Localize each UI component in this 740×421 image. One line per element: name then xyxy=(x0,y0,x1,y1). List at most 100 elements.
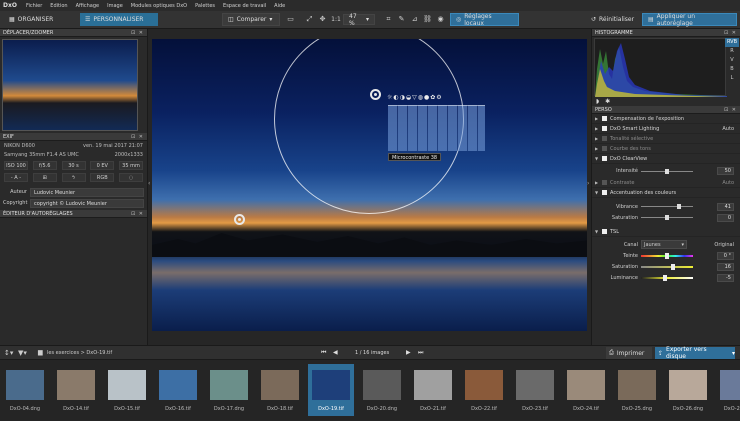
filter-icon[interactable]: ▼▾ xyxy=(18,349,27,357)
contrast-icon-2[interactable]: ◑ xyxy=(400,94,405,103)
sun-icon[interactable]: ☼ xyxy=(387,94,392,103)
filmstrip-thumbnail[interactable]: DxO-21.tif xyxy=(410,364,456,416)
slider-track[interactable] xyxy=(641,168,693,174)
contrast-icon[interactable]: ◐ xyxy=(393,94,398,103)
intensity-value-field[interactable]: 50 xyxy=(717,167,734,175)
filmstrip-thumbnail[interactable]: DxO-28.dng xyxy=(716,364,740,416)
histogram-tab-b[interactable]: B xyxy=(725,65,739,74)
control-point-pin-icon[interactable] xyxy=(370,89,381,100)
slider-knob[interactable] xyxy=(671,263,675,270)
palette-icon[interactable]: ✿ xyxy=(430,94,435,103)
triangle-icon[interactable]: ▽ xyxy=(412,94,417,103)
filmstrip-thumbnail[interactable]: DxO-14.tif xyxy=(53,364,99,416)
histogram-tab-l[interactable]: L xyxy=(725,74,739,83)
panel-controls-icon[interactable]: ⊡ ✕ xyxy=(724,107,737,113)
microcontrast-icon[interactable]: ◒ xyxy=(406,94,411,103)
filmstrip-thumbnail[interactable]: DxO-04.dng xyxy=(2,364,48,416)
histogram-tab-r[interactable]: R xyxy=(725,47,739,56)
filmstrip-thumbnail[interactable]: DxO-24.tif xyxy=(563,364,609,416)
palette-exposure[interactable]: ▶ Compensation de l'exposition xyxy=(592,114,740,124)
hue-value-field[interactable]: 0 ° xyxy=(717,251,734,260)
saturation-value-field[interactable]: 0 xyxy=(717,213,734,222)
author-field[interactable]: Ludovic Meunier xyxy=(30,187,144,197)
filmstrip-thumbnail[interactable]: DxO-22.tif xyxy=(461,364,507,416)
hsl-saturation-value-field[interactable]: 16 xyxy=(717,262,734,271)
filmstrip-thumbnail[interactable]: DxO-15.tif xyxy=(104,364,150,416)
menu-item-edit[interactable]: Edition xyxy=(46,3,71,9)
menu-item-optics-modules[interactable]: Modules optiques DxO xyxy=(127,3,191,9)
channel-select[interactable]: Jaunes ▾ xyxy=(641,240,687,249)
chevron-down-icon[interactable]: ▾ xyxy=(732,350,735,357)
breadcrumb[interactable]: les exercices > DxO-19.tif xyxy=(47,350,112,356)
equalizer-sliders[interactable] xyxy=(388,105,485,151)
filmstrip-thumbnail[interactable]: DxO-17.dng xyxy=(206,364,252,416)
histogram-tab-v[interactable]: V xyxy=(725,56,739,65)
filmstrip-thumbnail[interactable]: DxO-19.tif xyxy=(308,364,354,416)
zoom-select[interactable]: 47 % ▾ xyxy=(343,13,375,27)
fit-icon[interactable]: ⤢ xyxy=(305,15,314,24)
filmstrip-thumbnail[interactable]: DxO-20.dng xyxy=(359,364,405,416)
link-icon[interactable]: ⛓ xyxy=(423,15,432,24)
drop-icon[interactable]: ● xyxy=(424,94,429,103)
slider-knob[interactable] xyxy=(677,204,681,209)
saturation-gradient-track[interactable] xyxy=(641,263,693,270)
slider-track[interactable] xyxy=(641,204,693,209)
panel-controls-icon[interactable]: ⊡ ✕ xyxy=(131,134,144,140)
eye-icon[interactable]: ◉ xyxy=(436,15,445,24)
slider-track[interactable] xyxy=(641,215,693,220)
apply-preset-button[interactable]: ▤ Appliquer un autoréglage xyxy=(642,13,737,27)
next-image-icon[interactable]: ▶ xyxy=(406,349,411,356)
enable-checkbox[interactable] xyxy=(602,116,607,121)
filmstrip-thumbnail[interactable]: DxO-25.dng xyxy=(614,364,660,416)
control-point-pin-icon-2[interactable] xyxy=(234,214,245,225)
filmstrip-thumbnail[interactable]: DxO-18.tif xyxy=(257,364,303,416)
slider-knob[interactable] xyxy=(663,274,667,281)
crop-icon[interactable]: ⌗ xyxy=(384,15,393,24)
palette-clearview[interactable]: ▼ DxO ClearView xyxy=(592,154,740,164)
copyright-field[interactable]: copyright © Ludovic Meunier xyxy=(30,198,144,208)
slider-knob[interactable] xyxy=(665,215,669,220)
print-button[interactable]: ⎙ Imprimer xyxy=(606,347,652,359)
vibrance-value-field[interactable]: 41 xyxy=(717,202,734,211)
compare-button[interactable]: ◫ Comparer ▾ xyxy=(222,13,280,26)
palette-color-accentuation[interactable]: ▼ Accentuation des couleurs xyxy=(592,188,740,198)
hue-gradient-track[interactable] xyxy=(641,252,693,259)
menu-item-workspace[interactable]: Espace de travail xyxy=(219,3,270,9)
menu-item-file[interactable]: Fichier xyxy=(22,3,46,9)
reset-button[interactable]: ↺ Réinitialiser xyxy=(586,13,640,26)
luminance-value-field[interactable]: -5 xyxy=(717,273,734,282)
enable-checkbox[interactable] xyxy=(602,190,607,195)
enable-checkbox[interactable] xyxy=(602,180,607,185)
image-viewer[interactable]: ☼ ◐ ◑ ◒ ▽ ◍ ● ✿ ⚙ Microcontraste 38 xyxy=(152,39,587,331)
single-view-icon[interactable]: ▭ xyxy=(286,15,295,24)
first-image-icon[interactable]: ⏮ xyxy=(321,349,326,357)
palette-selective-tone[interactable]: ▶ Tonalité sélective xyxy=(592,134,740,144)
sort-icon[interactable]: ↕▾ xyxy=(4,349,13,357)
enable-checkbox[interactable] xyxy=(602,229,607,234)
customize-tab[interactable]: ☰ PERSONNALISER xyxy=(80,13,158,26)
palette-tone-curve[interactable]: ▶ Courbe des tons xyxy=(592,144,740,154)
panel-controls-icon[interactable]: ⊡ ✕ xyxy=(131,211,144,217)
palette-hsl[interactable]: ▼ TSL xyxy=(592,227,740,237)
menu-item-view[interactable]: Affichage xyxy=(72,3,104,9)
palette-contrast[interactable]: ▶ Contraste Auto xyxy=(592,178,740,188)
presets-editor-header[interactable]: ÉDITEUR D'AUTORÉGLAGES ⊡ ✕ xyxy=(0,210,147,218)
menu-item-palettes[interactable]: Palettes xyxy=(191,3,219,9)
panel-controls-icon[interactable]: ⊡ ✕ xyxy=(724,30,737,36)
slider-knob[interactable] xyxy=(665,168,669,174)
navigator-thumbnail[interactable] xyxy=(2,39,138,131)
settings-icon[interactable]: ⚙ xyxy=(436,94,441,103)
eyedropper-icon[interactable]: ✎ xyxy=(397,15,406,24)
organize-tab[interactable]: ▦ ORGANISER xyxy=(4,13,74,26)
panel-controls-icon[interactable]: ⊡ ✕ xyxy=(131,30,144,36)
histogram-tab-rgb[interactable]: RVB xyxy=(725,38,739,47)
saturation-icon[interactable]: ◍ xyxy=(418,94,423,103)
enable-checkbox[interactable] xyxy=(602,146,607,151)
enable-checkbox[interactable] xyxy=(602,156,607,161)
filmstrip-thumbnail[interactable]: DxO-16.tif xyxy=(155,364,201,416)
slider-knob[interactable] xyxy=(665,252,669,259)
palette-smart-lighting[interactable]: ▶ DxO Smart Lighting Auto xyxy=(592,124,740,134)
local-adjustments-button[interactable]: ◎ Réglages locaux xyxy=(450,13,519,27)
menu-item-image[interactable]: Image xyxy=(103,3,127,9)
filmstrip-thumbnail[interactable]: DxO-23.tif xyxy=(512,364,558,416)
